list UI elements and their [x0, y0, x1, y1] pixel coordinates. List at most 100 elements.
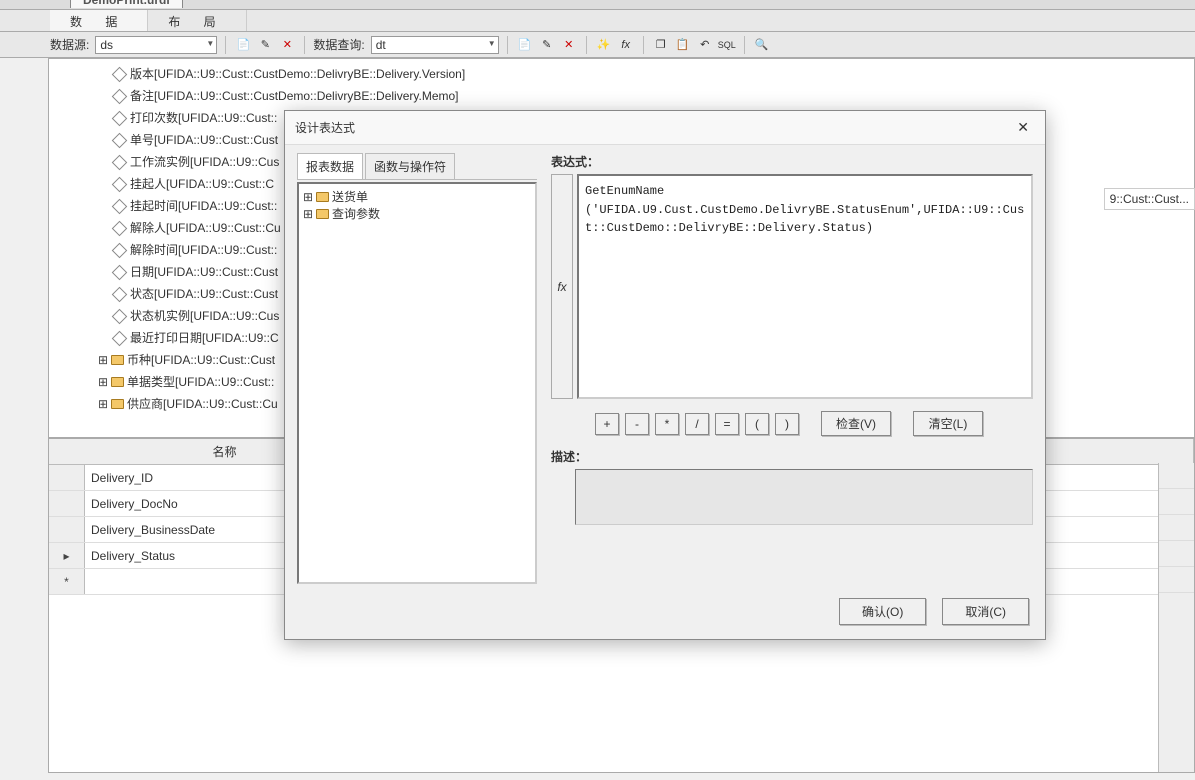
expression-dialog: 设计表达式 ✕ 报表数据 函数与操作符 ⊞ 送货单 ⊞ 查询参数 — [284, 110, 1046, 640]
separator — [586, 36, 587, 54]
diamond-icon — [112, 264, 128, 280]
row-selector[interactable] — [49, 465, 85, 490]
close-icon[interactable]: ✕ — [1011, 117, 1035, 138]
truncated-text: 9::Cust::Cust... — [1104, 188, 1195, 210]
ds-label: 数据源: — [50, 36, 89, 53]
tree-label: 工作流实例[UFIDA::U9::Cus — [130, 151, 279, 173]
edit2-icon[interactable]: ✎ — [538, 36, 556, 54]
op-mul[interactable]: * — [655, 413, 679, 435]
op-plus[interactable]: + — [595, 413, 619, 435]
tree-label: 状态[UFIDA::U9::Cust::Cust — [130, 283, 278, 305]
diamond-icon — [112, 110, 128, 126]
paste-icon[interactable]: 📋 — [674, 36, 692, 54]
expand-icon[interactable]: ⊞ — [303, 207, 313, 221]
expand-icon[interactable]: ⊞ — [98, 371, 108, 393]
sql-icon[interactable]: SQL — [718, 36, 736, 54]
file-tab-strip: DemoPrint.urdl — [0, 0, 1195, 10]
dq-combo[interactable]: dt ▼ — [371, 36, 499, 54]
separator — [304, 36, 305, 54]
tab-data[interactable]: 数 据 — [50, 10, 148, 31]
separator — [744, 36, 745, 54]
op-div[interactable]: / — [685, 413, 709, 435]
expand-icon[interactable]: ⊞ — [98, 393, 108, 415]
diamond-icon — [112, 176, 128, 192]
chevron-down-icon: ▼ — [488, 39, 496, 48]
delete2-icon[interactable]: ✕ — [560, 36, 578, 54]
delete-icon[interactable]: ✕ — [278, 36, 296, 54]
separator — [643, 36, 644, 54]
row-selector[interactable] — [49, 491, 85, 516]
tree-label: 单据类型[UFIDA::U9::Cust:: — [127, 371, 274, 393]
diamond-icon — [112, 66, 128, 82]
tree-item[interactable]: 版本[UFIDA::U9::Cust::CustDemo::DelivryBE:… — [55, 63, 1188, 85]
folder-icon — [111, 399, 124, 409]
tab-layout[interactable]: 布 局 — [148, 10, 246, 31]
check-button[interactable]: 检查(V) — [821, 411, 891, 436]
tree-label: 最近打印日期[UFIDA::U9::C — [130, 327, 279, 349]
folder-icon — [316, 192, 329, 202]
expand-icon[interactable]: ⊞ — [98, 349, 108, 371]
tree-label: 单号[UFIDA::U9::Cust::Cust — [130, 129, 278, 151]
undo-icon[interactable]: ↶ — [696, 36, 714, 54]
op-lpar[interactable]: ( — [745, 413, 769, 435]
diamond-icon — [112, 308, 128, 324]
ok-button[interactable]: 确认(O) — [839, 598, 926, 625]
op-minus[interactable]: - — [625, 413, 649, 435]
ds-combo[interactable]: ds ▼ — [95, 36, 217, 54]
diamond-icon — [112, 154, 128, 170]
diamond-icon — [112, 330, 128, 346]
clear-button[interactable]: 清空(L) — [913, 411, 983, 436]
tree-label: 挂起时间[UFIDA::U9::Cust:: — [130, 195, 277, 217]
expand-icon[interactable]: ⊞ — [303, 190, 313, 204]
dialog-titlebar: 设计表达式 ✕ — [285, 111, 1045, 145]
wand-icon[interactable]: ✨ — [595, 36, 613, 54]
expression-input[interactable] — [577, 174, 1033, 399]
row-selector-new[interactable]: * — [49, 569, 85, 594]
diamond-icon — [112, 88, 128, 104]
main-tabs: 数 据 布 局 — [0, 10, 1195, 32]
file-tab[interactable]: DemoPrint.urdl — [70, 0, 183, 8]
cancel-button[interactable]: 取消(C) — [942, 598, 1029, 625]
new2-icon[interactable]: 📄 — [516, 36, 534, 54]
expr-label: 表达式： — [551, 153, 1033, 170]
tree-label: 解除人[UFIDA::U9::Cust::Cu — [130, 217, 281, 239]
diamond-icon — [112, 220, 128, 236]
tree-label: 打印次数[UFIDA::U9::Cust:: — [130, 107, 277, 129]
diamond-icon — [112, 286, 128, 302]
tree-label: 日期[UFIDA::U9::Cust::Cust — [130, 261, 278, 283]
folder-icon — [316, 209, 329, 219]
dlg-tree-item[interactable]: 查询参数 — [332, 205, 380, 222]
dlg-tab-func[interactable]: 函数与操作符 — [365, 153, 455, 179]
tree-label: 备注[UFIDA::U9::Cust::CustDemo::DelivryBE:… — [130, 85, 459, 107]
new-icon[interactable]: 📄 — [234, 36, 252, 54]
separator — [225, 36, 226, 54]
diamond-icon — [112, 132, 128, 148]
dlg-tree-item[interactable]: 送货单 — [332, 188, 368, 205]
row-selector[interactable]: ▸ — [49, 543, 85, 568]
folder-icon — [111, 355, 124, 365]
row-selector[interactable] — [49, 517, 85, 542]
separator — [507, 36, 508, 54]
op-rpar[interactable]: ) — [775, 413, 799, 435]
dq-label: 数据查询: — [313, 36, 364, 53]
tree-label: 状态机实例[UFIDA::U9::Cus — [130, 305, 279, 327]
zoom-icon[interactable]: 🔍 — [753, 36, 771, 54]
op-eq[interactable]: = — [715, 413, 739, 435]
edit-icon[interactable]: ✎ — [256, 36, 274, 54]
folder-icon — [111, 377, 124, 387]
tree-item[interactable]: 备注[UFIDA::U9::Cust::CustDemo::DelivryBE:… — [55, 85, 1188, 107]
dlg-tab-data[interactable]: 报表数据 — [297, 153, 363, 179]
tree-label: 解除时间[UFIDA::U9::Cust:: — [130, 239, 277, 261]
dlg-tree[interactable]: ⊞ 送货单 ⊞ 查询参数 — [297, 182, 537, 584]
chevron-down-icon: ▼ — [206, 39, 214, 48]
grid-right-strip — [1158, 463, 1194, 772]
desc-box — [575, 469, 1033, 525]
dq-value: dt — [376, 38, 386, 52]
fx-button[interactable]: fx — [551, 174, 573, 399]
ds-value: ds — [100, 38, 113, 52]
fx-icon[interactable]: fx — [617, 36, 635, 54]
desc-label: 描述： — [551, 448, 1033, 465]
tree-label: 挂起人[UFIDA::U9::Cust::C — [130, 173, 274, 195]
copy-icon[interactable]: ❐ — [652, 36, 670, 54]
tree-label: 版本[UFIDA::U9::Cust::CustDemo::DelivryBE:… — [130, 63, 465, 85]
